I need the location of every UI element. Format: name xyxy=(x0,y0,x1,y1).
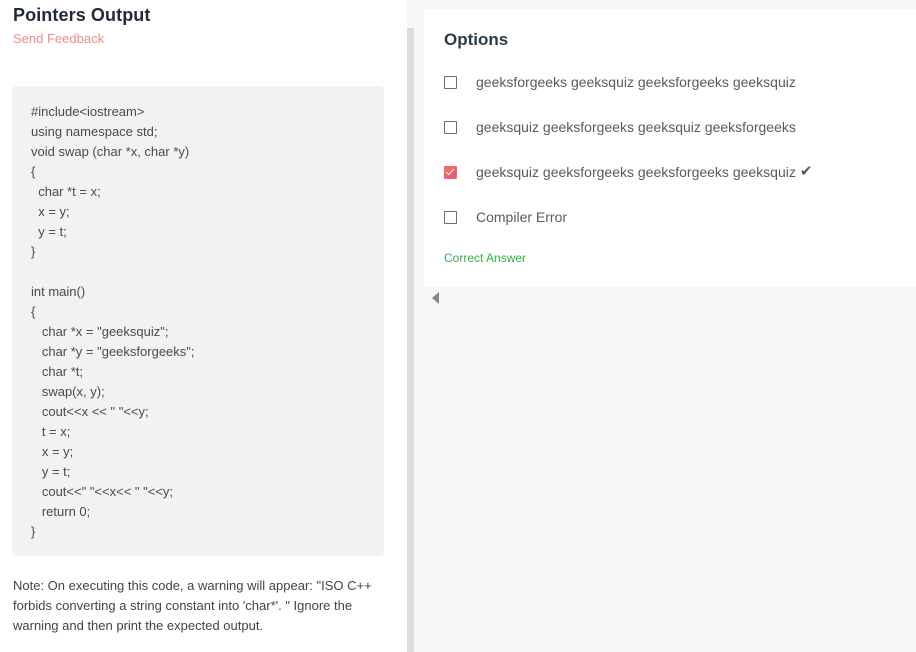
quiz-page: Pointers Output Send Feedback #include<i… xyxy=(0,0,916,652)
option-4[interactable]: Compiler Error xyxy=(444,207,567,227)
code-block: #include<iostream> using namespace std; … xyxy=(12,86,384,556)
code-line: x = y; xyxy=(31,204,70,219)
options-card: Options geeksforgeeks geeksquiz geeksfor… xyxy=(424,9,916,287)
code-line: char *x = "geeksquiz"; xyxy=(31,324,169,339)
question-panel: Pointers Output Send Feedback #include<i… xyxy=(0,0,405,652)
code-line: y = t; xyxy=(31,464,71,479)
code-line: char *t; xyxy=(31,364,84,379)
code-line: int main() xyxy=(31,284,86,299)
code-line: #include<iostream> xyxy=(31,104,145,119)
option-2[interactable]: geeksquiz geeksforgeeks geeksquiz geeksf… xyxy=(444,117,796,137)
code-line: { xyxy=(31,164,36,179)
option-label: geeksquiz geeksforgeeks geeksquiz geeksf… xyxy=(476,119,796,135)
options-title: Options xyxy=(444,30,509,49)
code-line: x = y; xyxy=(31,444,74,459)
option-label: geeksforgeeks geeksquiz geeksforgeeks ge… xyxy=(476,74,796,90)
collapse-arrow-icon[interactable] xyxy=(432,292,439,304)
option-checkbox[interactable] xyxy=(444,210,457,224)
code-line: char *y = "geeksforgeeks"; xyxy=(31,344,195,359)
option-label: Compiler Error xyxy=(476,209,568,225)
code-line: t = x; xyxy=(31,424,71,439)
option-checkbox[interactable] xyxy=(444,120,457,134)
option-label: geeksquiz geeksforgeeks geeksforgeeks ge… xyxy=(476,164,796,180)
option-checkbox[interactable] xyxy=(444,75,457,89)
code-line: return 0; xyxy=(31,504,91,519)
code-line: cout<<x << " "<<y; xyxy=(31,404,149,419)
checkmark-icon: ✔ xyxy=(799,163,813,180)
code-line: { xyxy=(31,304,36,319)
send-feedback-link[interactable]: Send Feedback xyxy=(13,31,104,46)
code-line: } xyxy=(31,244,36,259)
option-checkbox-checked[interactable] xyxy=(444,165,457,179)
code-line: void swap (char *x, char *y) xyxy=(31,144,190,159)
question-title: Pointers Output xyxy=(13,5,151,25)
code-line: cout<<" "<<x<< " "<<y; xyxy=(31,484,174,499)
code-line: char *t = x; xyxy=(31,184,101,199)
code-line: using namespace std; xyxy=(31,124,158,139)
option-3[interactable]: geeksquiz geeksforgeeks geeksforgeeks ge… xyxy=(444,162,812,182)
code-line: swap(x, y); xyxy=(31,384,105,399)
option-1[interactable]: geeksforgeeks geeksquiz geeksforgeeks ge… xyxy=(444,72,796,92)
panel-resize-handle[interactable] xyxy=(407,28,414,652)
result-status: Correct Answer xyxy=(444,251,527,265)
code-line: } xyxy=(31,524,36,539)
question-note: Note: On executing this code, a warning … xyxy=(13,578,372,633)
code-line: y = t; xyxy=(31,224,67,239)
